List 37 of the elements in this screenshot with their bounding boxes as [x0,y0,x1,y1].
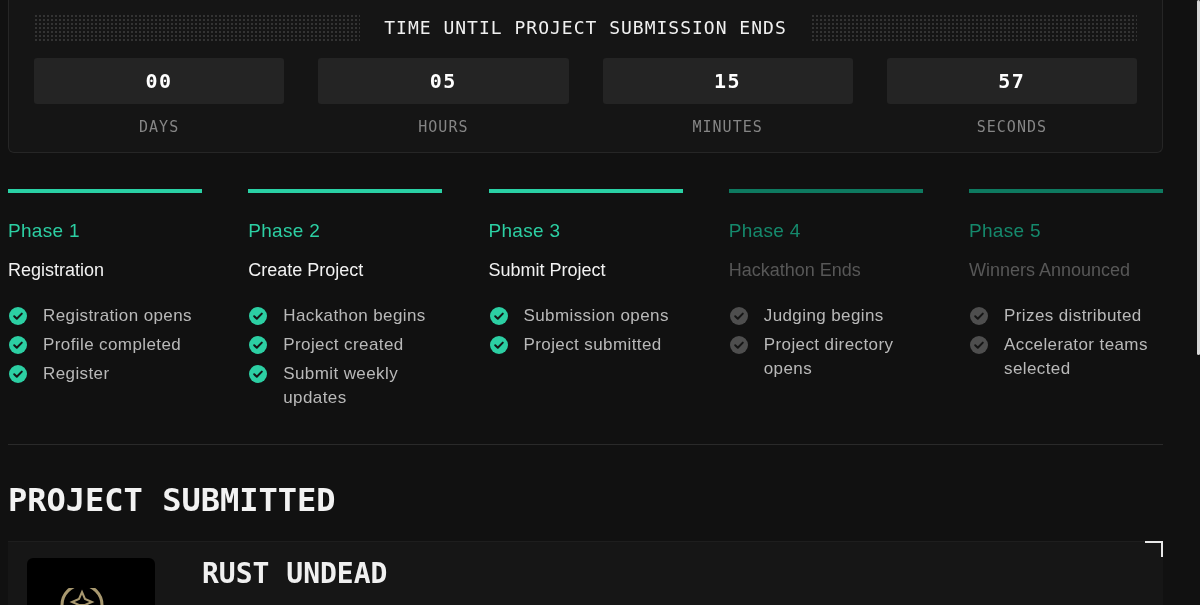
countdown-unit-label: MINUTES [692,117,763,137]
countdown-unit-label: SECONDS [976,117,1047,137]
step-text: Submission opens [523,305,669,327]
phase-label: Phase 1 [8,220,80,242]
phase-title: Winners Announced [969,259,1131,281]
phase-label: Phase 3 [488,220,561,242]
countdown-value: 05 [318,58,569,104]
step-text: Register [43,363,110,385]
step-text: Hackathon begins [283,305,426,327]
step-text: Prizes distributed [1004,305,1142,327]
phase-title: Create Project [248,259,364,281]
step-text: Submit weekly updates [283,363,400,409]
countdown-unit-label: DAYS [139,117,180,137]
project-card[interactable]: RUST UNDEAD [8,541,1163,605]
step-text: Registration opens [43,305,192,327]
step-text: Accelerator teams selected [1004,334,1149,380]
step-text: Profile completed [43,334,182,356]
countdown-value: 57 [886,58,1137,104]
phase-label: Phase 4 [728,220,801,242]
countdown-value: 00 [34,58,285,104]
corner-bracket-icon [1145,541,1163,557]
scrollbar-thumb[interactable] [1197,0,1200,355]
phase-title: Submit Project [488,259,606,281]
phase-title: Hackathon Ends [728,259,861,281]
step-text: Judging begins [763,305,884,327]
countdown-value: 15 [602,58,853,104]
step-text: Project created [283,334,404,356]
section-heading: PROJECT SUBMITTED [8,481,336,519]
step-text: Project submitted [523,334,662,356]
step-text: Project directory opens [763,334,895,380]
countdown-unit-label: HOURS [418,117,469,137]
phase-label: Phase 2 [248,220,321,242]
countdown-title: TIME UNTIL PROJECT SUBMISSION ENDS [384,17,787,38]
emblem-icon [60,588,104,605]
project-name: RUST UNDEAD [202,558,388,590]
phase-title: Registration [8,259,105,281]
phase-label: Phase 5 [969,220,1041,242]
